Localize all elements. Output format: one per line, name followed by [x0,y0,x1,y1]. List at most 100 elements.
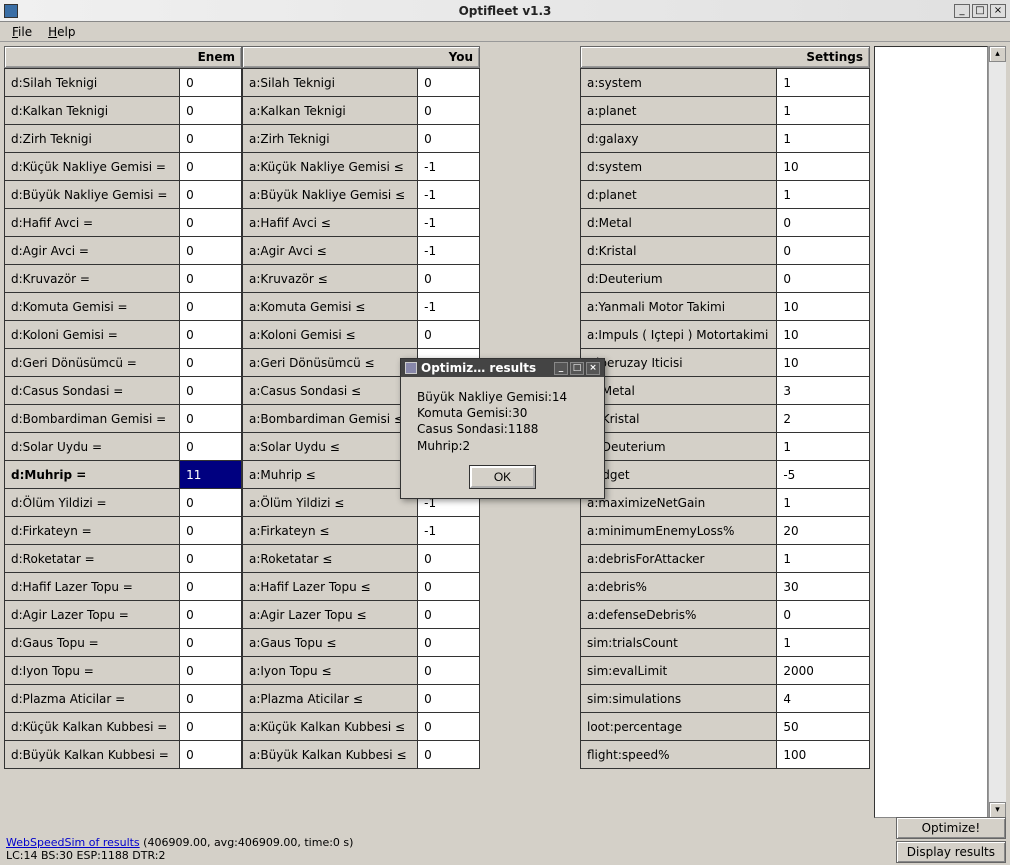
settings-value[interactable]: 10 [777,293,870,321]
you-value[interactable]: 0 [418,741,480,769]
settings-value[interactable]: 2 [777,405,870,433]
you-value[interactable]: -1 [418,153,480,181]
enemy-value[interactable]: 0 [180,685,242,713]
minimize-button[interactable]: _ [954,4,970,18]
menu-file[interactable]: File [4,23,40,41]
scroll-track[interactable] [989,62,1006,802]
you-header: You [242,46,480,68]
you-value[interactable]: 0 [418,573,480,601]
you-value[interactable]: 0 [418,69,480,97]
you-value[interactable]: 0 [418,657,480,685]
enemy-value[interactable]: 0 [180,153,242,181]
dialog-ok-button[interactable]: OK [470,466,535,488]
you-value[interactable]: 0 [418,685,480,713]
settings-value[interactable]: 3 [777,377,870,405]
settings-value[interactable]: 1 [777,181,870,209]
maximize-button[interactable]: □ [972,4,988,18]
enemy-value[interactable]: 0 [180,489,242,517]
settings-label: a:maximizeNetGain [581,489,777,517]
you-value[interactable]: -1 [418,517,480,545]
settings-value[interactable]: 1 [777,489,870,517]
enemy-value[interactable]: 0 [180,741,242,769]
settings-value[interactable]: 10 [777,321,870,349]
results-link[interactable]: WebSpeedSim of results [6,836,140,849]
display-results-button[interactable]: Display results [896,841,1006,863]
settings-value[interactable]: 4 [777,685,870,713]
enemy-value[interactable]: 0 [180,237,242,265]
enemy-value[interactable]: 0 [180,517,242,545]
dialog-close-button[interactable]: × [586,362,600,375]
dialog-line: Casus Sondasi:1188 [417,421,588,437]
settings-value[interactable]: 0 [777,209,870,237]
enemy-value[interactable]: 0 [180,377,242,405]
settings-value[interactable]: 10 [777,153,870,181]
you-value[interactable]: -1 [418,293,480,321]
close-button[interactable]: × [990,4,1006,18]
settings-value[interactable]: 1 [777,125,870,153]
you-value[interactable]: 0 [418,97,480,125]
table-row: d:Kristal0 [581,237,870,265]
table-row: a:Kruvazör ≤0 [243,265,480,293]
you-value[interactable]: 0 [418,125,480,153]
enemy-value[interactable]: 0 [180,209,242,237]
enemy-value[interactable]: 0 [180,713,242,741]
you-value[interactable]: 0 [418,713,480,741]
settings-value[interactable]: -5 [777,461,870,489]
enemy-value[interactable]: 0 [180,265,242,293]
vertical-scrollbar[interactable]: ▴ ▾ [988,46,1006,818]
enemy-value[interactable]: 0 [180,293,242,321]
enemy-value[interactable]: 11 [180,461,242,489]
you-value[interactable]: 0 [418,321,480,349]
enemy-value[interactable]: 0 [180,97,242,125]
settings-label: flight:speed% [581,741,777,769]
enemy-value[interactable]: 0 [180,69,242,97]
settings-value[interactable]: 20 [777,517,870,545]
optimize-button[interactable]: Optimize! [896,817,1006,839]
enemy-value[interactable]: 0 [180,125,242,153]
enemy-value[interactable]: 0 [180,349,242,377]
you-value[interactable]: -1 [418,181,480,209]
you-value[interactable]: -1 [418,237,480,265]
dialog-minimize-button[interactable]: _ [554,362,568,375]
settings-label: io:Kristal [581,405,777,433]
settings-value[interactable]: 30 [777,573,870,601]
enemy-value[interactable]: 0 [180,657,242,685]
dialog-maximize-button[interactable]: □ [570,362,584,375]
settings-value[interactable]: 10 [777,349,870,377]
menu-help[interactable]: Help [40,23,83,41]
settings-value[interactable]: 50 [777,713,870,741]
scroll-down-icon[interactable]: ▾ [989,802,1006,818]
settings-value[interactable]: 100 [777,741,870,769]
enemy-value[interactable]: 0 [180,573,242,601]
settings-label: Hiperuzay Iticisi [581,349,777,377]
dialog-titlebar[interactable]: Optimiz… results _ □ × [401,359,604,377]
you-label: a:Firkateyn ≤ [243,517,418,545]
enemy-value[interactable]: 0 [180,181,242,209]
settings-label: d:Kristal [581,237,777,265]
settings-value[interactable]: 1 [777,97,870,125]
settings-value[interactable]: 1 [777,433,870,461]
settings-value[interactable]: 1 [777,545,870,573]
scroll-up-icon[interactable]: ▴ [989,46,1006,62]
enemy-value[interactable]: 0 [180,545,242,573]
enemy-value[interactable]: 0 [180,321,242,349]
enemy-value[interactable]: 0 [180,405,242,433]
enemy-value[interactable]: 0 [180,629,242,657]
settings-label: d:galaxy [581,125,777,153]
table-row: a:defenseDebris%0 [581,601,870,629]
settings-value[interactable]: 0 [777,237,870,265]
you-value[interactable]: -1 [418,209,480,237]
settings-value[interactable]: 0 [777,265,870,293]
enemy-value[interactable]: 0 [180,433,242,461]
settings-value[interactable]: 1 [777,629,870,657]
settings-value[interactable]: 2000 [777,657,870,685]
enemy-value[interactable]: 0 [180,601,242,629]
you-value[interactable]: 0 [418,629,480,657]
you-value[interactable]: 0 [418,545,480,573]
results-summary: (406909.00, avg:406909.00, time:0 s) [140,836,354,849]
settings-value[interactable]: 1 [777,69,870,97]
you-value[interactable]: 0 [418,265,480,293]
you-label: a:Silah Teknigi [243,69,418,97]
you-value[interactable]: 0 [418,601,480,629]
settings-value[interactable]: 0 [777,601,870,629]
